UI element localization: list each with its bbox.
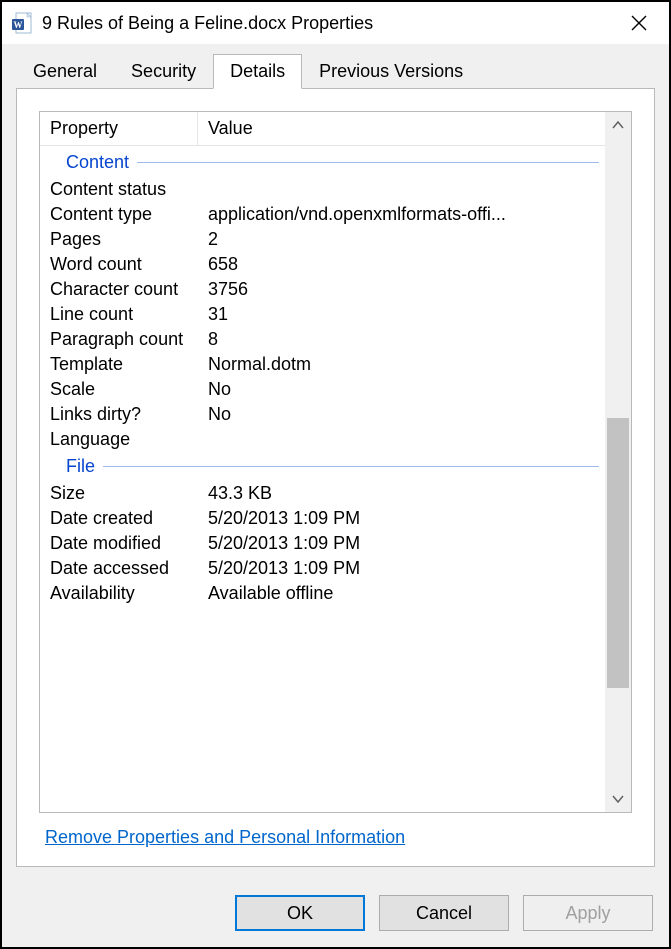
chevron-up-icon: [612, 121, 624, 129]
property-row[interactable]: Content status: [40, 177, 605, 202]
property-value: No: [208, 379, 605, 400]
group-header-content[interactable]: Content: [40, 148, 605, 177]
group-divider: [103, 466, 599, 467]
property-value: [208, 179, 605, 200]
cancel-button[interactable]: Cancel: [379, 895, 509, 931]
property-name: Word count: [40, 254, 208, 275]
property-row[interactable]: Word count658: [40, 252, 605, 277]
property-name: Date created: [40, 508, 208, 529]
property-name: Content status: [40, 179, 208, 200]
property-name: Template: [40, 354, 208, 375]
tab-security[interactable]: Security: [114, 54, 213, 89]
column-header-value[interactable]: Value: [198, 112, 605, 145]
scroll-up-button[interactable]: [605, 112, 631, 138]
property-name: Links dirty?: [40, 404, 208, 425]
group-header-file[interactable]: File: [40, 452, 605, 481]
property-value: 43.3 KB: [208, 483, 605, 504]
property-value: 31: [208, 304, 605, 325]
property-row[interactable]: Content typeapplication/vnd.openxmlforma…: [40, 202, 605, 227]
property-value: 658: [208, 254, 605, 275]
remove-properties-link[interactable]: Remove Properties and Personal Informati…: [45, 827, 405, 847]
list-body: Content Content status Content typeappli…: [40, 146, 605, 610]
property-value: 5/20/2013 1:09 PM: [208, 533, 605, 554]
property-name: Date modified: [40, 533, 208, 554]
property-name: Pages: [40, 229, 208, 250]
property-row[interactable]: TemplateNormal.dotm: [40, 352, 605, 377]
property-name: Date accessed: [40, 558, 208, 579]
list-header: Property Value: [40, 112, 605, 146]
property-name: Character count: [40, 279, 208, 300]
property-name: Language: [40, 429, 208, 450]
property-row[interactable]: Date created5/20/2013 1:09 PM: [40, 506, 605, 531]
property-value: Available offline: [208, 583, 605, 604]
vertical-scrollbar[interactable]: [605, 112, 631, 812]
property-row[interactable]: Character count3756: [40, 277, 605, 302]
scroll-track[interactable]: [605, 138, 631, 786]
details-panel: Property Value Content Content status Co…: [16, 88, 655, 867]
property-row[interactable]: Size43.3 KB: [40, 481, 605, 506]
property-value: [208, 429, 605, 450]
window-title: 9 Rules of Being a Feline.docx Propertie…: [42, 13, 619, 34]
property-row[interactable]: Date accessed5/20/2013 1:09 PM: [40, 556, 605, 581]
tab-previous-versions[interactable]: Previous Versions: [302, 54, 480, 89]
close-icon: [631, 15, 647, 31]
property-name: Content type: [40, 204, 208, 225]
property-value: 8: [208, 329, 605, 350]
column-header-property[interactable]: Property: [40, 112, 198, 145]
property-name: Availability: [40, 583, 208, 604]
property-name: Size: [40, 483, 208, 504]
property-row[interactable]: ScaleNo: [40, 377, 605, 402]
property-name: Line count: [40, 304, 208, 325]
link-row: Remove Properties and Personal Informati…: [39, 813, 632, 848]
property-row[interactable]: Language: [40, 427, 605, 452]
property-value: 2: [208, 229, 605, 250]
property-name: Scale: [40, 379, 208, 400]
properties-dialog: W 9 Rules of Being a Feline.docx Propert…: [2, 2, 669, 947]
content-area: General Security Details Previous Versio…: [2, 44, 669, 881]
property-row[interactable]: Date modified5/20/2013 1:09 PM: [40, 531, 605, 556]
scroll-thumb[interactable]: [607, 418, 629, 688]
property-row[interactable]: Paragraph count8: [40, 327, 605, 352]
ok-button[interactable]: OK: [235, 895, 365, 931]
apply-button[interactable]: Apply: [523, 895, 653, 931]
group-label: Content: [66, 152, 129, 173]
scroll-down-button[interactable]: [605, 786, 631, 812]
property-value: application/vnd.openxmlformats-offi...: [208, 204, 605, 225]
tab-details[interactable]: Details: [213, 54, 302, 89]
property-value: 5/20/2013 1:09 PM: [208, 558, 605, 579]
tab-bar: General Security Details Previous Versio…: [16, 54, 655, 89]
property-value: 5/20/2013 1:09 PM: [208, 508, 605, 529]
property-row[interactable]: Line count31: [40, 302, 605, 327]
property-row[interactable]: Links dirty?No: [40, 402, 605, 427]
tab-general[interactable]: General: [16, 54, 114, 89]
property-value: No: [208, 404, 605, 425]
close-button[interactable]: [619, 8, 659, 38]
word-document-icon: W: [12, 12, 34, 34]
property-value: 3756: [208, 279, 605, 300]
group-divider: [137, 162, 599, 163]
group-label: File: [66, 456, 95, 477]
property-value: Normal.dotm: [208, 354, 605, 375]
properties-list: Property Value Content Content status Co…: [39, 111, 632, 813]
button-bar: OK Cancel Apply: [2, 881, 669, 947]
svg-text:W: W: [14, 20, 23, 30]
list-content: Property Value Content Content status Co…: [40, 112, 605, 812]
titlebar: W 9 Rules of Being a Feline.docx Propert…: [2, 2, 669, 44]
property-row[interactable]: AvailabilityAvailable offline: [40, 581, 605, 606]
property-row[interactable]: Pages2: [40, 227, 605, 252]
chevron-down-icon: [612, 795, 624, 803]
property-name: Paragraph count: [40, 329, 208, 350]
